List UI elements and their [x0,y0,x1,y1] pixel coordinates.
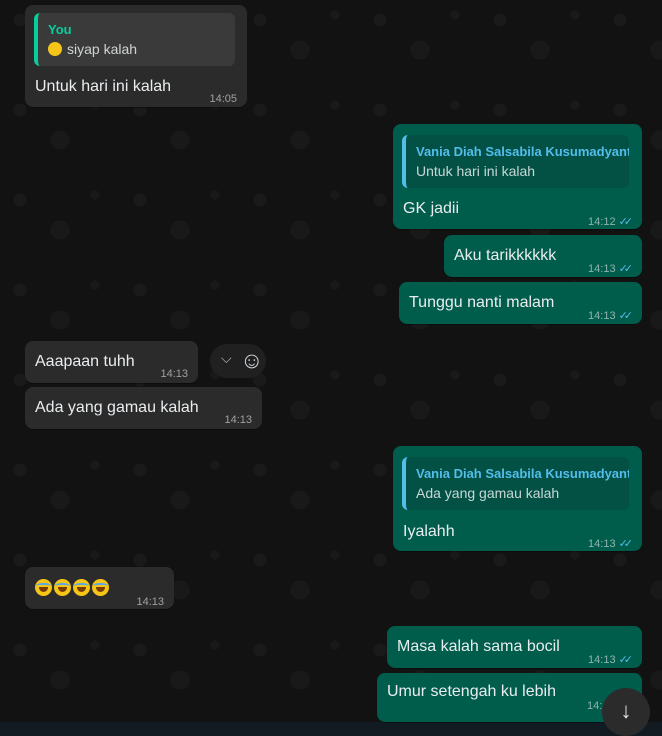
message-text: Iyalahh [403,523,455,540]
message-bubble-outgoing[interactable]: Tunggu nanti malam 14:13 ✓✓ [399,282,642,324]
message-time: 14:13 ✓✓ [588,263,634,275]
read-ticks-icon: ✓✓ [618,310,634,322]
message-text: Aaapaan tuhh [35,353,135,370]
message-text: Ada yang gamau kalah [35,399,199,416]
message-time: 14:12 ✓✓ [588,216,634,228]
quoted-message[interactable]: You siyap kalah [34,13,235,66]
message-text: Aku tarikkkkkk [454,247,557,264]
message-time: 14:05 [209,93,237,105]
quoted-text: siyap kalah [48,39,137,59]
quoted-author: Vania Diah Salsabila Kusumadyanta [416,466,629,481]
message-bubble-outgoing[interactable]: Aku tarikkkkkk 14:13 ✓✓ [444,235,642,277]
message-time: 14: [587,700,603,712]
message-bubble-incoming[interactable]: You siyap kalah Untuk hari ini kalah 14:… [25,5,247,107]
message-time: 14:13 [136,596,164,608]
quoted-text: Ada yang gamau kalah [416,485,560,501]
message-time: 14:13 ✓✓ [588,654,634,666]
read-ticks-icon: ✓✓ [618,654,634,666]
message-time: 14:13 [224,414,252,426]
quoted-message[interactable]: Vania Diah Salsabila Kusumadyanta Untuk … [402,135,629,188]
quoted-message[interactable]: Vania Diah Salsabila Kusumadyanta Ada ya… [402,457,629,510]
emoji-reaction-icon[interactable]: ☺ [240,347,263,374]
message-bubble-incoming[interactable]: Aaapaan tuhh 14:13 [25,341,198,383]
message-bubble-outgoing[interactable]: Masa kalah sama bocil 14:13 ✓✓ [387,626,642,668]
message-bubble-incoming[interactable]: 14:13 [25,567,174,609]
message-text: Masa kalah sama bocil [397,638,560,655]
rolling-laughing-emoji [54,579,71,597]
read-ticks-icon: ✓✓ [618,538,634,550]
arrow-down-icon: ↓ [620,698,632,723]
quoted-author: Vania Diah Salsabila Kusumadyanta [416,144,629,159]
read-ticks-icon: ✓✓ [618,263,634,275]
emoji-message [35,578,111,598]
chevron-down-icon[interactable]: ⌵ [221,350,232,367]
message-time: 14:13 [160,368,188,380]
message-text: Umur setengah ku lebih [387,683,556,700]
read-ticks-icon: ✓✓ [618,216,634,228]
rolling-laughing-emoji [92,579,109,597]
quoted-text: Untuk hari ini kalah [416,163,536,179]
message-text: Tunggu nanti malam [409,294,555,311]
message-bubble-outgoing[interactable]: Vania Diah Salsabila Kusumadyanta Untuk … [393,124,642,229]
message-hover-actions: ⌵ ☺ [210,344,266,378]
message-time: 14:13 ✓✓ [588,538,634,550]
rolling-laughing-emoji [35,579,52,597]
smiling-face-emoji [48,42,62,56]
message-bubble-incoming[interactable]: Ada yang gamau kalah 14:13 [25,387,262,429]
message-bubble-outgoing[interactable]: Vania Diah Salsabila Kusumadyanta Ada ya… [393,446,642,551]
message-time: 14:13 ✓✓ [588,310,634,322]
rolling-laughing-emoji [73,579,90,597]
scroll-to-bottom-button[interactable]: ↓ [602,688,650,736]
message-text: GK jadii [403,200,460,217]
message-text: Untuk hari ini kalah [35,78,172,95]
quoted-author: You [48,22,72,37]
